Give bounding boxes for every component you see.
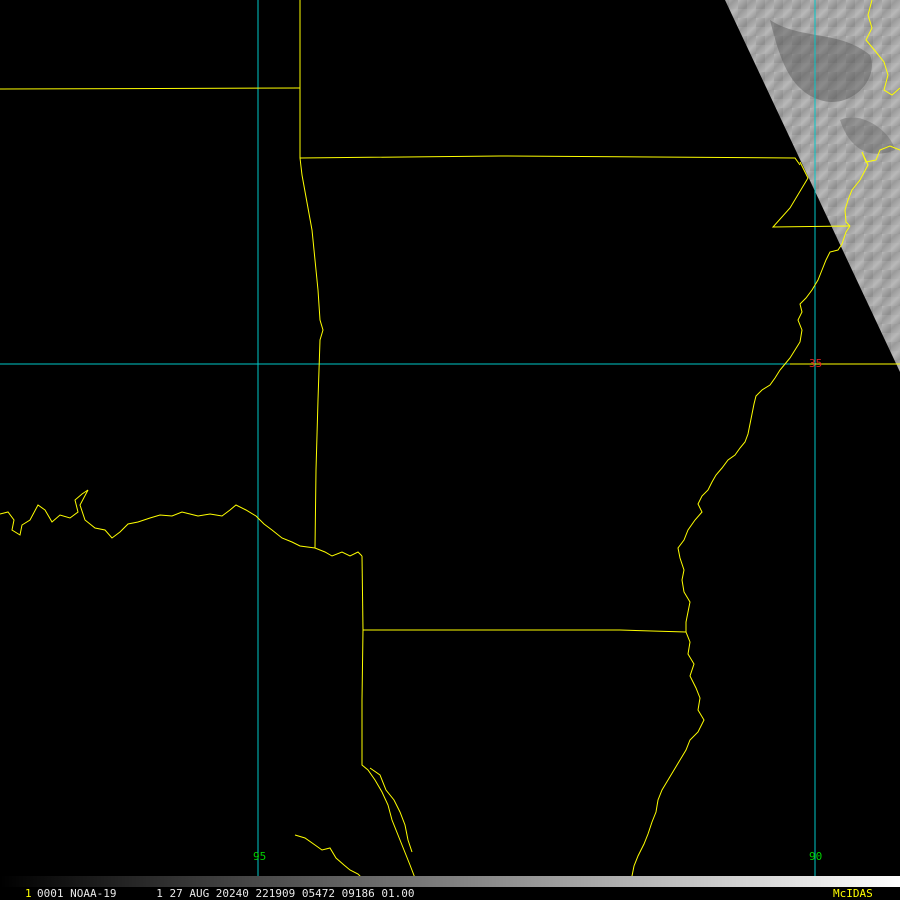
- mcidas-logo: McIDAS: [833, 887, 873, 900]
- longitude-label-90: 90: [809, 850, 822, 863]
- arkansas-texas-border: [361, 555, 364, 631]
- latitude-label-35: 35: [809, 357, 822, 370]
- grayscale-bar: [0, 876, 900, 887]
- red-river: [0, 489, 363, 557]
- arkansas-louisiana-border: [363, 629, 687, 633]
- mississippi-river: [631, 225, 851, 888]
- frame-index: 1: [25, 887, 32, 900]
- lat-lon-grid: [0, 0, 900, 887]
- image-metadata-text: 0001 NOAA-19 1 27 AUG 20240 221909 05472…: [37, 887, 415, 900]
- missouri-arkansas-border: [299, 155, 801, 166]
- state-borders: [0, 0, 900, 888]
- kansas-oklahoma-border: [0, 87, 301, 90]
- status-bar: 1 0001 NOAA-19 1 27 AUG 20240 221909 054…: [0, 887, 900, 900]
- oklahoma-arkansas-border: [299, 157, 324, 549]
- satellite-map: 95 90 35: [0, 0, 900, 888]
- sabine-lake-coast: [369, 767, 413, 853]
- longitude-label-95: 95: [253, 850, 266, 863]
